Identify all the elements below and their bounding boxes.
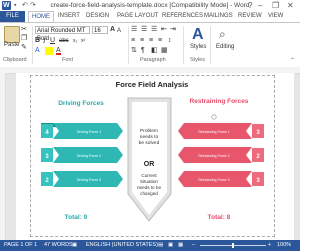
restraining-force-label-2: Restraining Force 2 xyxy=(198,154,229,158)
minimize-button[interactable]: – xyxy=(258,0,262,11)
text-effects-icon[interactable]: A xyxy=(35,47,40,55)
restraining-forces-heading: Restraining Forces xyxy=(190,98,249,105)
highlight-color-icon[interactable] xyxy=(45,47,53,55)
pilcrow-icon[interactable]: ¶ xyxy=(141,47,145,55)
rotate-handle[interactable] xyxy=(211,114,217,120)
grow-font-icon[interactable]: A xyxy=(110,26,115,34)
ribbon-separator xyxy=(183,26,184,64)
force-field-diagram: Force Field Analysis Driving Forces Rest… xyxy=(41,80,264,222)
zoom-level[interactable]: 100% xyxy=(277,240,291,251)
strikethrough-icon[interactable]: abc xyxy=(59,37,69,45)
web-layout-icon[interactable]: ▦ xyxy=(178,240,183,251)
diagram-canvas[interactable]: Force Field Analysis Driving Forces Rest… xyxy=(30,75,275,237)
bold-icon[interactable]: B xyxy=(35,37,40,45)
tab-design[interactable]: DESIGN xyxy=(86,11,109,22)
ribbon: Paste ✂ ❐ ✎ Clipboard Arial Rounded MT B… xyxy=(0,22,300,68)
cut-icon[interactable]: ✂ xyxy=(21,26,27,34)
restraining-force-arrow-3[interactable]: 3 Restraining Force 3 xyxy=(178,171,264,187)
group-label-paragraph: Paragraph xyxy=(140,57,166,63)
status-bar: PAGE 1 OF 1 47 WORDS ▣ ENGLISH (UNITED S… xyxy=(0,240,300,251)
tab-page-layout[interactable]: PAGE LAYOUT xyxy=(117,11,158,22)
borders-icon[interactable]: ▦ xyxy=(161,47,168,55)
collapse-ribbon-icon[interactable]: ⌃ xyxy=(290,57,295,64)
driving-force-label-3: Driving Force 3 xyxy=(77,178,101,182)
restraining-force-arrow-1[interactable]: 3 Restraining Force 1 xyxy=(178,123,264,139)
group-label-clipboard: Clipboard xyxy=(3,57,27,63)
language-indicator[interactable]: ENGLISH (UNITED STATES) xyxy=(86,240,158,251)
italic-icon[interactable]: I xyxy=(43,37,45,45)
restraining-force-label-1: Restraining Force 1 xyxy=(198,130,229,134)
driving-force-arrow-3[interactable]: 2 Driving Force 3 xyxy=(41,171,123,187)
driving-force-arrow-1[interactable]: 4 Driving Force 1 xyxy=(41,123,123,139)
styles-button[interactable]: Styles xyxy=(190,44,206,50)
shrink-font-icon[interactable]: A xyxy=(117,27,121,35)
restraining-force-label-3: Restraining Force 3 xyxy=(198,178,229,182)
tab-mailings[interactable]: MAILINGS xyxy=(204,11,233,22)
font-color-icon[interactable]: A xyxy=(56,47,61,55)
word-count[interactable]: 47 WORDS xyxy=(44,240,73,251)
align-right-icon[interactable]: ≡ xyxy=(149,37,153,45)
numbering-icon[interactable]: ☰ xyxy=(141,26,147,34)
editing-button[interactable]: Editing xyxy=(216,44,234,50)
line-spacing-icon[interactable]: ↕ xyxy=(168,37,172,45)
subscript-icon[interactable]: x₂ xyxy=(73,37,77,45)
tab-insert[interactable]: INSERT xyxy=(58,11,80,22)
ribbon-separator xyxy=(210,26,211,64)
format-painter-icon[interactable]: ✎ xyxy=(21,44,27,52)
read-mode-icon[interactable]: ▤ xyxy=(158,240,163,251)
driving-force-arrow-2[interactable]: 3 Driving Force 2 xyxy=(41,147,123,163)
tab-review[interactable]: REVIEW xyxy=(238,11,262,22)
zoom-slider-thumb[interactable] xyxy=(232,243,234,248)
center-inner-shape xyxy=(132,102,167,215)
tab-view[interactable]: VIEW xyxy=(268,11,283,22)
center-or-text: OR xyxy=(144,161,155,168)
driving-total: Total: 9 xyxy=(65,214,88,221)
find-icon[interactable]: ⌕ xyxy=(219,26,226,42)
ribbon-separator xyxy=(32,26,33,64)
tab-home[interactable]: HOME xyxy=(28,11,54,22)
increase-indent-icon[interactable]: ⇥ xyxy=(170,26,176,34)
tab-file[interactable]: FILE xyxy=(0,11,25,22)
tab-references[interactable]: REFERENCES xyxy=(162,11,203,22)
paste-icon[interactable] xyxy=(4,26,20,43)
print-layout-icon[interactable]: ▣ xyxy=(168,240,173,251)
restraining-force-arrow-2[interactable]: 2 Restraining Force 2 xyxy=(178,147,264,163)
paste-button[interactable]: Paste xyxy=(4,42,19,48)
zoom-in-button[interactable]: + xyxy=(268,240,271,251)
justify-icon[interactable]: ≡ xyxy=(158,37,162,45)
copy-icon[interactable]: ❐ xyxy=(21,35,27,43)
superscript-icon[interactable]: x² xyxy=(81,37,85,45)
multilevel-list-icon[interactable]: ☰ xyxy=(151,26,157,34)
driving-forces-heading: Driving Forces xyxy=(58,100,104,107)
window-title: create-force-field-analysis-template.doc… xyxy=(50,2,250,9)
group-label-styles: Styles xyxy=(190,57,205,63)
vertical-ruler xyxy=(0,73,6,240)
driving-force-label-1: Driving Force 1 xyxy=(77,130,101,134)
align-center-icon[interactable]: ≡ xyxy=(140,37,144,45)
shading-icon[interactable]: ◧ xyxy=(151,47,158,55)
page-count[interactable]: PAGE 1 OF 1 xyxy=(4,240,37,251)
proofing-icon[interactable]: ▣ xyxy=(72,240,77,251)
ribbon-separator xyxy=(128,26,129,64)
restraining-total: Total: 8 xyxy=(208,214,231,221)
driving-force-label-2: Driving Force 2 xyxy=(77,154,101,158)
styles-icon[interactable]: A xyxy=(192,26,204,44)
zoom-out-button[interactable]: – xyxy=(192,240,195,251)
align-left-icon[interactable]: ≡ xyxy=(131,37,135,45)
group-label-font: Font xyxy=(62,57,74,63)
diagram-title: Force Field Analysis xyxy=(116,80,189,89)
sort-icon[interactable]: ⇅ xyxy=(131,47,137,55)
help-button[interactable]: ? xyxy=(248,0,252,11)
underline-icon[interactable]: U xyxy=(50,37,55,45)
decrease-indent-icon[interactable]: ⇤ xyxy=(161,26,167,34)
font-size-box[interactable]: 16 xyxy=(92,26,108,34)
ribbon-tabs: FILE HOME INSERT DESIGN PAGE LAYOUT REFE… xyxy=(0,11,300,22)
close-button[interactable]: ✕ xyxy=(287,0,294,11)
font-name-box[interactable]: Arial Rounded MT Bold xyxy=(35,26,90,42)
maximize-button[interactable]: ❐ xyxy=(272,0,279,11)
bullets-icon[interactable]: ☰ xyxy=(131,26,137,34)
center-top-text: Problem needs to be solved xyxy=(139,128,160,146)
